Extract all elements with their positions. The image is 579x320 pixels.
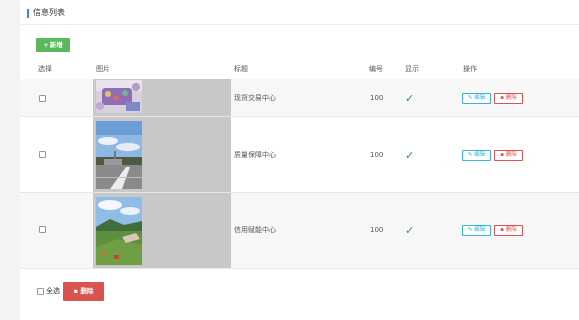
table-row: 现货交易中心 100 ✓ ✎ 编辑 ▪ 删除 — [20, 79, 579, 117]
plus-icon: + — [43, 41, 49, 49]
delete-button[interactable]: ▪ 删除 — [494, 93, 523, 104]
image-cell — [93, 79, 231, 116]
row-number: 100 — [370, 151, 384, 159]
select-all-checkbox[interactable] — [37, 288, 44, 295]
row-thumbnail — [96, 121, 142, 189]
row-divider — [20, 268, 579, 269]
header-divider — [20, 24, 579, 25]
delete-button-label: 删除 — [505, 227, 517, 233]
column-header-select: 选择 — [38, 65, 52, 73]
pencil-icon: ✎ — [467, 152, 473, 158]
add-button[interactable]: +新增 — [36, 38, 70, 52]
row-thumbnail — [96, 197, 142, 265]
pencil-icon: ✎ — [467, 227, 473, 233]
row-thumbnail — [96, 80, 142, 113]
row-checkbox[interactable] — [39, 95, 46, 102]
batch-delete-label: 删除 — [80, 287, 94, 295]
check-icon: ✓ — [405, 92, 415, 105]
edit-button[interactable]: ✎ 编辑 — [462, 225, 491, 236]
trash-icon: ▪ — [500, 227, 504, 233]
column-header-title: 标题 — [234, 65, 248, 73]
row-title: 信用赋能中心 — [234, 226, 276, 234]
edit-button-label: 编辑 — [474, 95, 486, 101]
delete-button-label: 删除 — [505, 95, 517, 101]
column-header-number: 编号 — [369, 65, 383, 73]
table-row: 信用赋能中心 100 ✓ ✎ 编辑 ▪ 删除 — [20, 193, 579, 269]
edit-button[interactable]: ✎ 编辑 — [462, 93, 491, 104]
column-header-display: 显示 — [405, 65, 419, 73]
image-cell — [93, 117, 231, 192]
row-checkbox[interactable] — [39, 226, 46, 233]
add-button-label: 新增 — [49, 41, 63, 49]
row-title: 现货交易中心 — [234, 94, 276, 102]
row-title: 质量保障中心 — [234, 151, 276, 159]
edit-button-label: 编辑 — [474, 152, 486, 158]
info-list-panel: 信息列表 +新增 选择 图片 标题 编号 显示 操作 现货交易中心 100 ✓ … — [20, 0, 579, 320]
trash-icon: ▪ — [500, 152, 504, 158]
select-all-label[interactable]: 全选 — [46, 287, 60, 296]
title-accent-bar — [27, 9, 29, 18]
row-number: 100 — [370, 94, 384, 102]
page-title: 信息列表 — [33, 8, 65, 17]
delete-button-label: 删除 — [505, 152, 517, 158]
row-number: 100 — [370, 226, 384, 234]
edit-button[interactable]: ✎ 编辑 — [462, 150, 491, 161]
pencil-icon: ✎ — [467, 95, 473, 101]
trash-icon: ▪ — [73, 287, 79, 295]
check-icon: ✓ — [405, 149, 415, 162]
edit-button-label: 编辑 — [474, 227, 486, 233]
row-checkbox[interactable] — [39, 151, 46, 158]
image-cell — [93, 193, 231, 268]
panel-header: 信息列表 — [20, 0, 579, 25]
trash-icon: ▪ — [500, 95, 504, 101]
delete-button[interactable]: ▪ 删除 — [494, 150, 523, 161]
column-header-image: 图片 — [96, 65, 110, 73]
delete-button[interactable]: ▪ 删除 — [494, 225, 523, 236]
batch-delete-button[interactable]: ▪ 删除 — [63, 282, 104, 301]
column-header-actions: 操作 — [463, 65, 477, 73]
check-icon: ✓ — [405, 224, 415, 237]
table-row: 质量保障中心 100 ✓ ✎ 编辑 ▪ 删除 — [20, 117, 579, 193]
